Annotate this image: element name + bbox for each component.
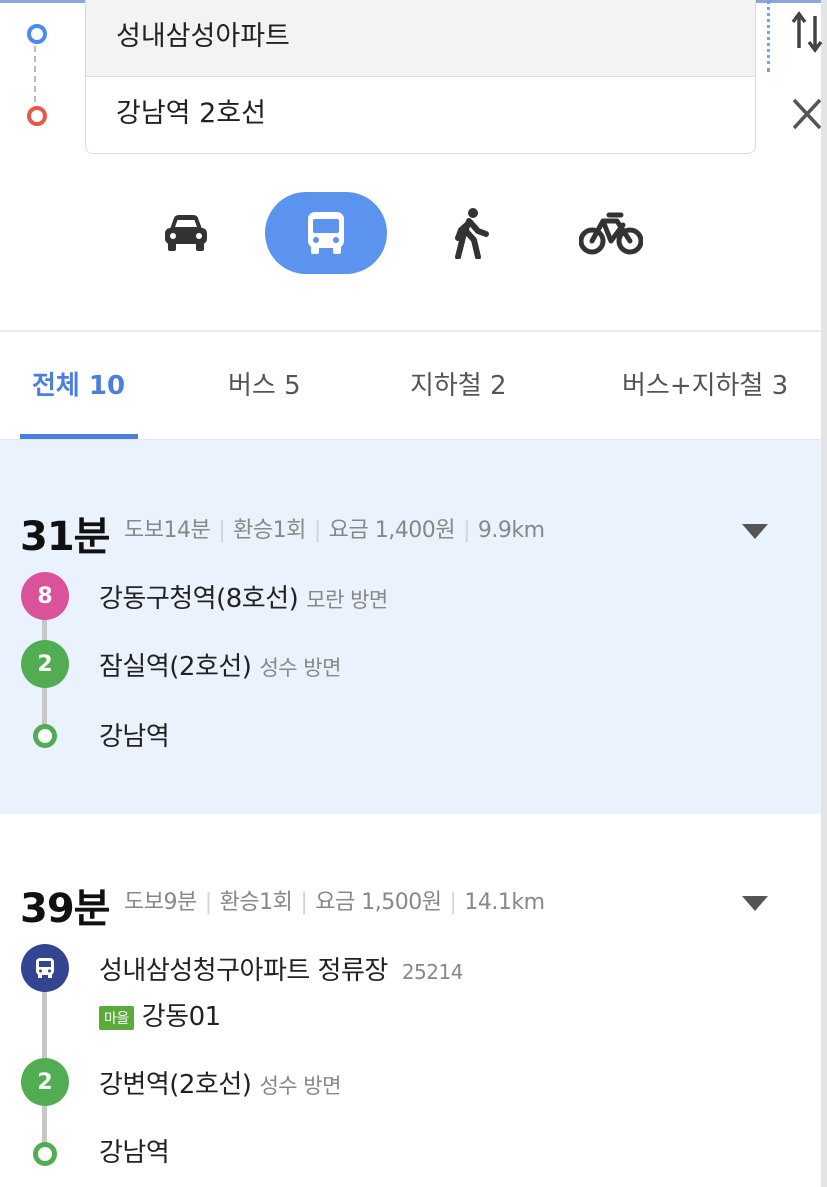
walk-mode-button[interactable] — [430, 192, 510, 274]
route-search-box: 성내삼성아파트 강남역 2호선 — [85, 0, 756, 154]
route-card[interactable]: 39분 도보9분 | 환승1회 | 요금 1,500원 | 14.1km 성내삼성청구아파트… — [0, 814, 821, 1187]
step-station: 강동구청역(8호선) 모란 방면 — [99, 584, 388, 614]
expand-icon[interactable] — [742, 896, 768, 911]
swap-icon[interactable] — [790, 8, 824, 54]
tab-subway[interactable]: 지하철 2 — [410, 365, 507, 402]
transfer-count: 환승1회 — [219, 890, 293, 915]
subway-line-2-icon: 2 — [21, 1058, 69, 1106]
waypoint-dots — [767, 0, 770, 72]
route-summary: 도보14분 | 환승1회 | 요금 1,400원 | 9.9km — [124, 518, 545, 543]
car-mode-button[interactable] — [146, 192, 226, 274]
origin-marker-icon — [27, 24, 47, 44]
tab-bus-subway[interactable]: 버스+지하철 3 — [622, 365, 788, 402]
car-icon — [165, 215, 207, 251]
route-time: 39분 — [20, 886, 110, 932]
distance: 14.1km — [464, 890, 545, 915]
section-divider — [0, 330, 821, 332]
origin-text: 성내삼성아파트 — [116, 21, 290, 52]
destination-text: 강남역 2호선 — [116, 98, 266, 129]
step-direction: 성수 방면 — [259, 656, 341, 680]
route-time: 31분 — [20, 514, 110, 560]
walk-time: 도보14분 — [124, 518, 211, 543]
fare: 요금 1,400원 — [328, 518, 456, 543]
route-connector — [34, 46, 36, 102]
step-bus-stop: 성내삼성청구아파트 정류장 25214 — [99, 956, 464, 986]
walk-icon — [455, 208, 489, 259]
close-icon[interactable] — [790, 96, 824, 132]
bus-stop-icon — [21, 944, 69, 992]
subway-line-8-icon: 8 — [21, 572, 69, 620]
step-bus-number: 마을 강동01 — [99, 996, 221, 1033]
bike-mode-button[interactable] — [570, 192, 652, 274]
transfer-count: 환승1회 — [233, 518, 306, 543]
transit-mode-button[interactable] — [265, 192, 387, 274]
tab-all[interactable]: 전체 10 — [32, 365, 125, 402]
route-summary: 도보9분 | 환승1회 | 요금 1,500원 | 14.1km — [124, 890, 545, 915]
distance: 9.9km — [477, 518, 545, 543]
arrival-marker-icon — [33, 1142, 57, 1166]
step-direction: 성수 방면 — [259, 1074, 341, 1098]
scrollbar-track[interactable] — [821, 0, 827, 1187]
destination-marker-icon — [27, 106, 47, 126]
subway-line-2-icon: 2 — [21, 640, 69, 688]
bus-icon — [308, 212, 344, 254]
step-direction: 모란 방면 — [306, 588, 388, 612]
step-destination: 강남역 — [99, 1138, 170, 1168]
arrival-marker-icon — [33, 724, 57, 748]
stop-code: 25214 — [401, 960, 464, 984]
bike-icon — [579, 212, 643, 255]
step-station: 강변역(2호선) 성수 방면 — [99, 1070, 341, 1100]
origin-field[interactable]: 성내삼성아파트 — [86, 0, 755, 77]
route-card[interactable]: 31분 도보14분 | 환승1회 | 요금 1,400원 | 9.9km 8 강동구청역(8… — [0, 440, 821, 814]
village-bus-tag: 마을 — [99, 1005, 134, 1030]
walk-time: 도보9분 — [124, 890, 197, 915]
fare: 요금 1,500원 — [315, 890, 442, 915]
destination-field[interactable]: 강남역 2호선 — [86, 77, 755, 153]
tab-bus[interactable]: 버스 5 — [228, 365, 301, 402]
step-station: 잠실역(2호선) 성수 방면 — [99, 652, 341, 682]
step-destination: 강남역 — [99, 722, 170, 752]
expand-icon[interactable] — [742, 524, 768, 539]
